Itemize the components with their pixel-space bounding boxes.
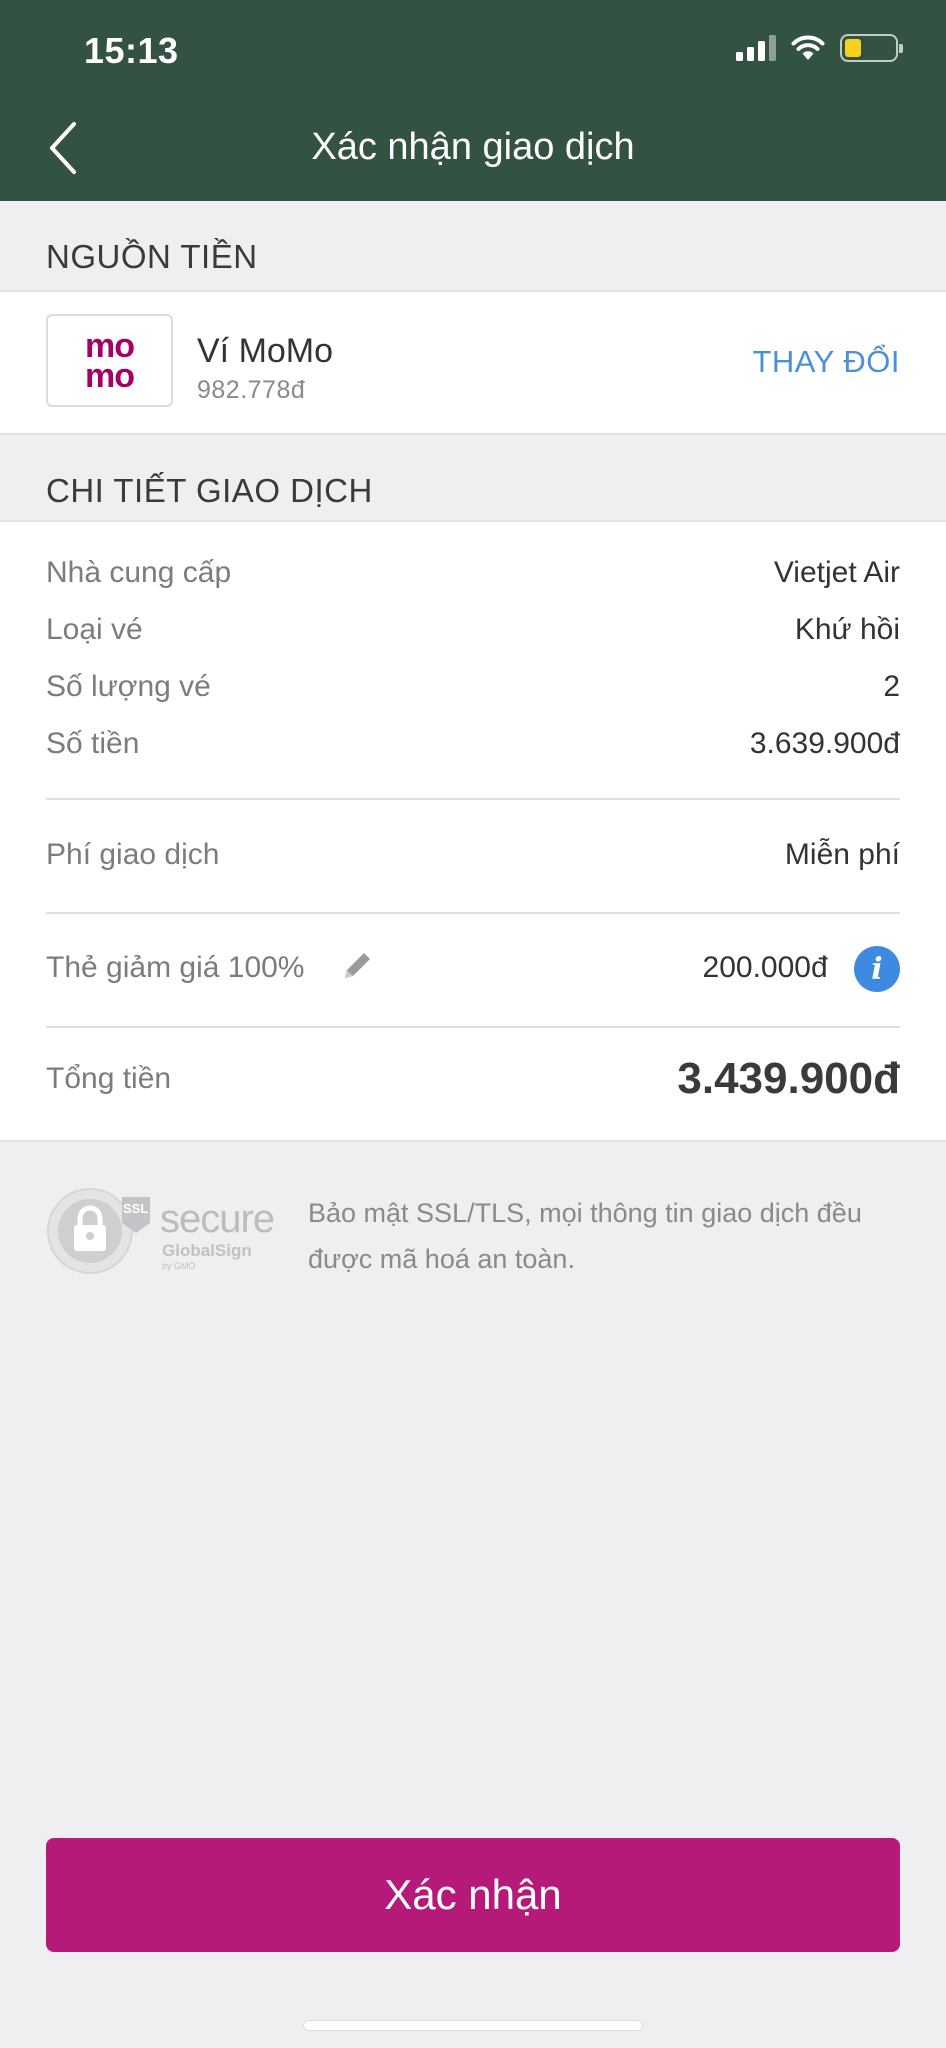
detail-row-discount: Thẻ giảm giá 100% 200.000đ i bbox=[46, 946, 900, 992]
divider bbox=[46, 798, 900, 800]
discount-label: Thẻ giảm giá 100% bbox=[46, 950, 305, 984]
change-source-link[interactable]: THAY ĐỔI bbox=[752, 344, 900, 380]
momo-logo-line2: mo bbox=[85, 356, 135, 395]
detail-label: Số lượng vé bbox=[46, 670, 211, 703]
details-section-title: CHI TIẾT GIAO DỊCH bbox=[46, 472, 373, 509]
security-note: Bảo mật SSL/TLS, mọi thông tin giao dịch… bbox=[308, 1198, 862, 1274]
ssl-label: SSL bbox=[123, 1201, 149, 1216]
status-time: 15:13 bbox=[84, 30, 179, 71]
transaction-details-card: Nhà cung cấp Vietjet Air Loại vé Khứ hồi… bbox=[0, 520, 946, 1142]
edit-discount-button[interactable] bbox=[341, 948, 375, 990]
wallet-balance: 982.778đ bbox=[197, 376, 306, 404]
detail-row-ticket-count: Số lượng vé 2 bbox=[46, 670, 900, 704]
divider bbox=[46, 912, 900, 914]
detail-label: Số tiền bbox=[46, 727, 140, 760]
signal-icon bbox=[736, 35, 776, 61]
detail-value: Vietjet Air bbox=[773, 556, 900, 589]
confirm-button[interactable]: Xác nhận bbox=[46, 1838, 900, 1952]
discount-value: 200.000đ bbox=[702, 950, 828, 984]
info-icon[interactable]: i bbox=[854, 946, 900, 992]
status-icons bbox=[736, 34, 903, 62]
home-indicator[interactable] bbox=[303, 2020, 643, 2031]
wifi-icon bbox=[791, 35, 825, 60]
globalsign-label: GlobalSign bbox=[162, 1241, 252, 1260]
detail-row-amount: Số tiền 3.639.900đ bbox=[46, 727, 900, 761]
detail-label: Loại vé bbox=[46, 613, 143, 646]
momo-logo: mo mo bbox=[46, 314, 173, 407]
app-header: 15:13 Xác nhận giao dịch bbox=[0, 0, 946, 201]
ssl-secure-badge: SSL secure GlobalSign by GMO bbox=[46, 1185, 286, 1277]
detail-row-total: Tổng tiền 3.439.900đ bbox=[46, 1054, 900, 1104]
battery-icon bbox=[840, 34, 903, 62]
detail-label: Nhà cung cấp bbox=[46, 556, 232, 589]
detail-row-provider: Nhà cung cấp Vietjet Air bbox=[46, 556, 900, 590]
total-value: 3.439.900đ bbox=[677, 1054, 900, 1103]
fee-label: Phí giao dịch bbox=[46, 838, 220, 871]
wallet-name: Ví MoMo bbox=[197, 332, 334, 370]
secure-word: secure bbox=[160, 1197, 275, 1241]
total-label: Tổng tiền bbox=[46, 1062, 172, 1095]
fee-value: Miễn phí bbox=[784, 838, 900, 871]
payment-source-card: mo mo Ví MoMo 982.778đ THAY ĐỔI bbox=[0, 290, 946, 435]
detail-row-ticket-type: Loại vé Khứ hồi bbox=[46, 613, 900, 647]
gmo-label: by GMO bbox=[162, 1261, 196, 1271]
source-section-title: NGUỒN TIỀN bbox=[46, 238, 258, 275]
detail-value: 3.639.900đ bbox=[749, 727, 900, 760]
detail-value: 2 bbox=[883, 670, 900, 703]
momo-logo-line1: mo bbox=[85, 326, 135, 365]
detail-value: Khứ hồi bbox=[794, 613, 900, 646]
detail-row-fee: Phí giao dịch Miễn phí bbox=[46, 838, 900, 872]
pencil-icon bbox=[344, 953, 370, 978]
page-title: Xác nhận giao dịch bbox=[311, 126, 635, 168]
divider bbox=[46, 1026, 900, 1028]
